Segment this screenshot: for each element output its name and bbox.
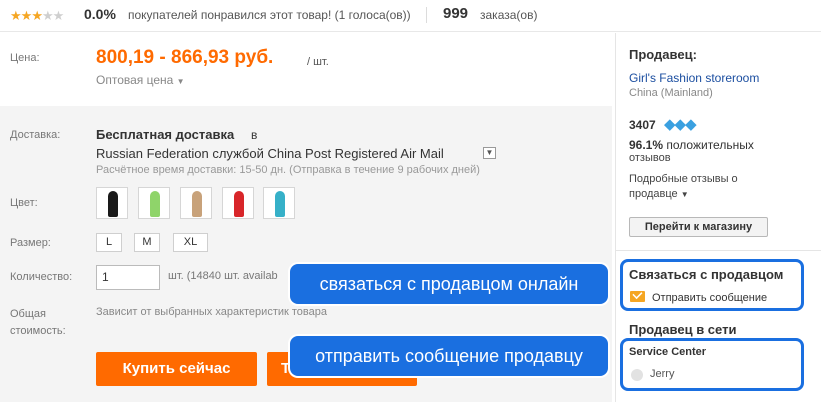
divider	[616, 250, 821, 251]
color-swatch-1[interactable]	[96, 187, 128, 219]
online-heading: Продавец в сети	[629, 322, 737, 337]
diamond-icon: ◆	[674, 116, 687, 133]
highlight-frame-contact	[620, 259, 804, 311]
star-icon: ★	[20, 8, 33, 23]
seller-rank-icons: ◆◆◆	[664, 115, 697, 133]
rating-stars: ★★★★★	[10, 8, 65, 24]
seller-name-link[interactable]: Girl's Fashion storeroom	[629, 71, 759, 85]
size-option-m[interactable]: M	[134, 233, 160, 252]
shipping-dropdown-button[interactable]: ▼	[483, 147, 496, 159]
seller-heading: Продавец:	[629, 47, 697, 62]
callout-contact-online: связаться с продавцом онлайн	[290, 264, 608, 304]
size-label: Размер:	[10, 237, 51, 249]
shipping-label: Доставка:	[10, 129, 61, 141]
size-option-xl[interactable]: XL	[173, 233, 208, 252]
divider	[426, 7, 427, 23]
wholesale-label: Оптовая цена	[96, 73, 174, 87]
total-label-line-2: стоимость:	[10, 325, 66, 337]
chevron-down-icon: ▼	[485, 148, 494, 157]
dress-image	[150, 191, 160, 217]
shipping-method: Russian Federation службой China Post Re…	[96, 146, 444, 161]
shipping-in-word: в	[251, 128, 258, 142]
orders-count: 999	[443, 5, 469, 22]
rating-percent: 0.0%	[84, 6, 116, 22]
shipping-title: Бесплатная доставка	[96, 127, 235, 142]
feedback-percent: 96.1%	[629, 138, 664, 152]
goto-store-button[interactable]: Перейти к магазину	[629, 217, 768, 237]
price-value: 800,19 - 866,93 руб.	[96, 47, 274, 68]
color-swatch-2[interactable]	[138, 187, 170, 219]
star-icon: ★	[41, 8, 54, 23]
callout-send-message: отправить сообщение продавцу	[290, 336, 608, 376]
price-section	[0, 33, 612, 105]
detailed-feedback-toggle[interactable]: Подробные отзывы о продавце ▼	[629, 172, 779, 202]
highlight-frame-online	[620, 338, 804, 391]
price-per-unit: / шт.	[307, 56, 329, 68]
star-icon: ★	[52, 8, 65, 23]
detailed-feedback-line-2: продавце	[629, 188, 678, 200]
feedback-word: положительных	[666, 138, 754, 152]
quantity-label: Количество:	[10, 271, 73, 283]
shipping-time: Расчётное время доставки: 15-50 дн. (Отп…	[96, 164, 480, 176]
dress-image	[275, 191, 285, 217]
rating-liked-text: покупателей понравился этот товар! (1 го…	[128, 8, 411, 22]
seller-score: 3407	[629, 118, 656, 132]
dress-image	[108, 191, 118, 217]
size-option-l[interactable]: L	[96, 233, 122, 252]
quantity-note: шт. (14840 шт. availab	[168, 270, 278, 282]
price-label: Цена:	[10, 52, 40, 64]
chevron-down-icon: ▼	[680, 190, 689, 199]
dress-image	[234, 191, 244, 217]
chevron-down-icon: ▼	[176, 77, 185, 86]
detailed-feedback-line-1: Подробные отзывы о	[629, 173, 738, 185]
feedback-word-2: отзывов	[629, 152, 671, 164]
color-swatch-4[interactable]	[222, 187, 254, 219]
color-swatch-3[interactable]	[180, 187, 212, 219]
star-icon: ★	[10, 8, 22, 23]
diamond-icon: ◆	[664, 116, 676, 133]
diamond-icon: ◆	[685, 116, 697, 133]
quantity-input[interactable]: 1	[96, 265, 160, 290]
total-note: Зависит от выбранных характеристик товар…	[96, 306, 327, 318]
seller-location: China (Mainland)	[629, 87, 713, 99]
seller-feedback: 96.1% положительных	[629, 138, 754, 152]
dress-image	[192, 191, 202, 217]
wholesale-price-toggle[interactable]: Оптовая цена ▼	[96, 73, 185, 87]
buy-now-button[interactable]: Купить сейчас	[96, 352, 257, 386]
total-label-line-1: Общая	[10, 308, 46, 320]
color-swatch-5[interactable]	[263, 187, 295, 219]
total-label: Общая стоимость:	[10, 306, 66, 340]
orders-label: заказа(ов)	[480, 8, 538, 22]
star-icon: ★	[31, 8, 43, 23]
color-label: Цвет:	[10, 197, 38, 209]
